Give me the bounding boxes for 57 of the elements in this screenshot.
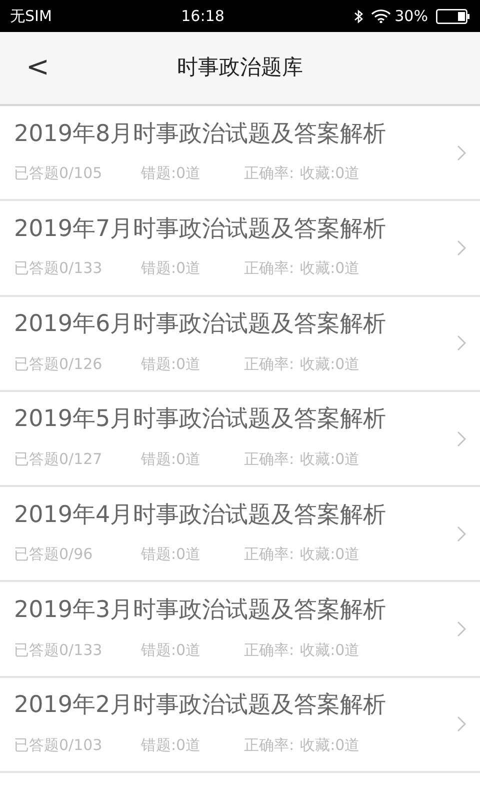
wrong-count: 错题:0道 [141, 258, 202, 280]
favorites-count: 收藏:0道 [300, 354, 360, 375]
answered-count: 已答题0/105 [14, 163, 104, 184]
answered-count: 已答题0/133 [14, 258, 104, 280]
answered-count: 已答题0/96 [14, 544, 94, 566]
accuracy-label: 正确率: [244, 449, 294, 470]
bluetooth-icon [354, 8, 363, 24]
back-button[interactable]: < [18, 53, 58, 81]
favorites-count: 收藏:0道 [300, 640, 360, 661]
wrong-count: 错题:0道 [141, 544, 202, 566]
favorites-count: 收藏:0道 [300, 544, 360, 566]
item-title: 2019年8月时事政治试题及答案解析 [14, 120, 388, 148]
list-item[interactable]: 2019年5月时事政治试题及答案解析 已答题0/127 错题:0道 正确率: 收藏:0道 [0, 392, 480, 488]
accuracy-label: 正确率: [244, 640, 294, 661]
wrong-count: 错题:0道 [141, 640, 202, 661]
accuracy-label: 正确率: [244, 544, 294, 566]
accuracy-label: 正确率: [244, 734, 294, 756]
item-title: 2019年4月时事政治试题及答案解析 [14, 502, 388, 530]
favorites-count: 收藏:0道 [300, 734, 360, 756]
answered-count: 已答题0/103 [14, 734, 104, 756]
chevron-right-icon [457, 716, 466, 732]
answered-count: 已答题0/127 [14, 449, 104, 470]
item-title: 2019年3月时事政治试题及答案解析 [14, 597, 388, 625]
answered-count: 已答题0/133 [14, 640, 104, 661]
item-title: 2019年5月时事政治试题及答案解析 [14, 406, 388, 434]
accuracy-label: 正确率: [244, 163, 294, 184]
wrong-count: 错题:0道 [141, 163, 202, 184]
list-item[interactable]: 2019年6月时事政治试题及答案解析 已答题0/126 错题:0道 正确率: 收藏:0道 [0, 296, 480, 392]
item-title: 2019年7月时事政治试题及答案解析 [14, 216, 388, 244]
battery-icon [436, 8, 470, 24]
answered-count: 已答题0/126 [14, 354, 104, 375]
list-item[interactable]: 2019年3月时事政治试题及答案解析 已答题0/133 错题:0道 正确率: 收藏:0道 [0, 582, 480, 678]
chevron-right-icon [457, 430, 466, 447]
list-item[interactable]: 2019年4月时事政治试题及答案解析 已答题0/96 错题:0道 正确率: 收藏:0道 [0, 487, 480, 582]
accuracy-label: 正确率: [244, 258, 294, 280]
list-item[interactable]: 2019年8月时事政治试题及答案解析 已答题0/105 错题:0道 正确率: 收藏:0道 [0, 106, 480, 202]
chevron-right-icon [457, 621, 466, 638]
wifi-icon [370, 9, 391, 23]
chevron-right-icon [457, 240, 466, 256]
chevron-right-icon [457, 144, 466, 161]
wrong-count: 错题:0道 [141, 734, 202, 756]
favorites-count: 收藏:0道 [300, 258, 360, 280]
item-title: 2019年2月时事政治试题及答案解析 [14, 692, 388, 720]
chevron-right-icon [457, 335, 466, 352]
favorites-count: 收藏:0道 [300, 163, 360, 184]
page-title: 时事政治题库 [177, 54, 303, 82]
clock-time: 16:18 [181, 6, 224, 25]
carrier-label: 无SIM [10, 6, 52, 25]
wrong-count: 错题:0道 [141, 354, 202, 375]
favorites-count: 收藏:0道 [300, 449, 360, 470]
item-title: 2019年6月时事政治试题及答案解析 [14, 311, 388, 339]
wrong-count: 错题:0道 [141, 449, 202, 470]
list-item[interactable]: 2019年7月时事政治试题及答案解析 已答题0/133 错题:0道 正确率: 收藏:0道 [0, 201, 480, 297]
accuracy-label: 正确率: [244, 354, 294, 375]
chevron-right-icon [457, 526, 466, 542]
list-item[interactable]: 2019年2月时事政治试题及答案解析 已答题0/103 错题:0道 正确率: 收藏:0道 [0, 678, 480, 774]
battery-percent: 30% [394, 6, 428, 27]
